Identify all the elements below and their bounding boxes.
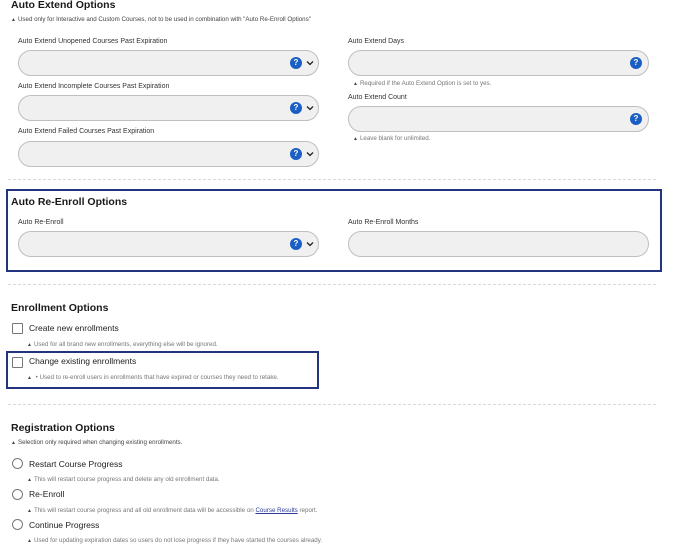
caret-up-icon: ▲	[27, 508, 32, 514]
question-circle-icon[interactable]: ?	[290, 148, 302, 160]
failed-select[interactable]: ?	[18, 141, 319, 167]
reenroll-label: Auto Re-Enroll	[18, 219, 64, 226]
failed-label: Auto Extend Failed Courses Past Expirati…	[18, 128, 155, 135]
caret-up-icon: ▲	[27, 477, 32, 483]
unopened-select[interactable]: ?	[18, 50, 319, 76]
caret-up-icon: ▲	[27, 375, 32, 381]
days-label: Auto Extend Days	[348, 38, 405, 45]
caret-up-icon: ▲	[11, 440, 16, 446]
question-circle-icon[interactable]: ?	[630, 57, 642, 69]
caret-up-icon: ▲	[353, 81, 358, 87]
enrollment-title: Enrollment Options	[11, 302, 109, 314]
chevron-down-icon	[306, 106, 314, 111]
question-circle-icon[interactable]: ?	[290, 238, 302, 250]
caret-up-icon: ▲	[353, 136, 358, 142]
course-results-link[interactable]: Course Results	[255, 507, 297, 514]
section-divider	[8, 179, 656, 180]
restart-hint: ▲ This will restart course progress and d…	[27, 476, 220, 483]
chevron-down-icon	[306, 242, 314, 247]
continue-radio[interactable]	[12, 519, 23, 530]
change-checkbox[interactable]	[12, 357, 23, 368]
reenroll-radio[interactable]	[12, 489, 23, 500]
incomplete-label: Auto Extend Incomplete Courses Past Expi…	[18, 83, 170, 90]
question-circle-icon[interactable]: ?	[290, 102, 302, 114]
count-input[interactable]: ?	[348, 106, 649, 132]
change-hint: ▲ • Used to re-enroll users in enrollmen…	[27, 374, 279, 381]
restart-label[interactable]: Restart Course Progress	[29, 459, 123, 469]
registration-note: ▲ Selection only required when changing e…	[11, 439, 183, 446]
incomplete-select[interactable]: ?	[18, 95, 319, 121]
caret-up-icon: ▲	[27, 342, 32, 348]
days-input[interactable]: ?	[348, 50, 649, 76]
count-label: Auto Extend Count	[348, 94, 407, 101]
restart-radio[interactable]	[12, 458, 23, 469]
question-circle-icon[interactable]: ?	[630, 113, 642, 125]
months-input[interactable]	[348, 231, 649, 257]
days-hint: ▲ Required if the Auto Extend Option is s…	[353, 80, 492, 87]
section-divider	[8, 404, 656, 405]
auto-extend-note: ▲ Used only for Interactive and Custom Co…	[11, 16, 311, 23]
caret-up-icon: ▲	[11, 17, 16, 23]
section-divider	[8, 284, 656, 285]
auto-reenroll-title: Auto Re-Enroll Options	[11, 196, 128, 208]
change-label[interactable]: Change existing enrollments	[29, 356, 136, 366]
reenroll-select[interactable]: ?	[18, 231, 319, 257]
registration-title: Registration Options	[11, 422, 115, 434]
reenroll-option-label[interactable]: Re-Enroll	[29, 489, 64, 499]
months-label: Auto Re-Enroll Months	[348, 219, 419, 226]
unopened-label: Auto Extend Unopened Courses Past Expira…	[18, 38, 168, 45]
create-checkbox[interactable]	[12, 323, 23, 334]
continue-hint: ▲ Used for updating expiration dates so u…	[27, 537, 323, 544]
count-hint: ▲ Leave blank for unlimited.	[353, 135, 431, 142]
create-hint: ▲ Used for all brand new enrollments, eve…	[27, 341, 218, 348]
chevron-down-icon	[306, 152, 314, 157]
chevron-down-icon	[306, 61, 314, 66]
caret-up-icon: ▲	[27, 538, 32, 544]
continue-label[interactable]: Continue Progress	[29, 520, 99, 530]
auto-extend-title: Auto Extend Options	[11, 0, 116, 11]
question-circle-icon[interactable]: ?	[290, 57, 302, 69]
reenroll-hint: ▲ This will restart course progress and a…	[27, 507, 318, 514]
create-label[interactable]: Create new enrollments	[29, 323, 119, 333]
